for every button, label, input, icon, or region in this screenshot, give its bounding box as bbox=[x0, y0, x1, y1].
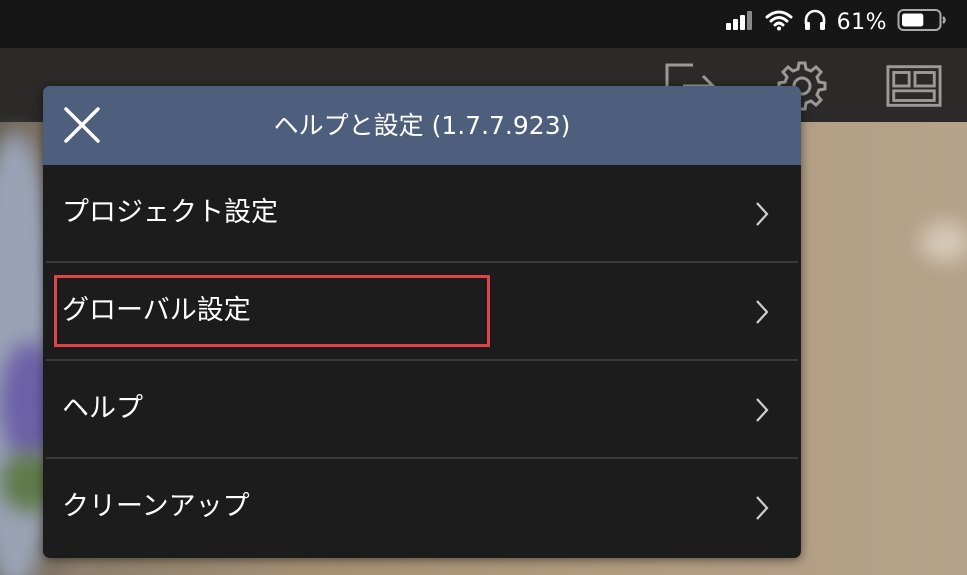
help-settings-popover: ヘルプと設定 (1.7.7.923) プロジェクト設定 グローバル設定 ヘルプ bbox=[43, 86, 801, 558]
menu-item-label: グローバル設定 bbox=[62, 295, 251, 326]
chevron-right-icon bbox=[756, 398, 769, 422]
chevron-right-icon bbox=[756, 300, 769, 324]
menu-item-label: プロジェクト設定 bbox=[62, 197, 278, 228]
chevron-right-icon bbox=[756, 496, 769, 520]
layout-icon[interactable] bbox=[886, 60, 942, 112]
settings-menu: プロジェクト設定 グローバル設定 ヘルプ クリーンアップ bbox=[46, 165, 798, 555]
popover-title: ヘルプと設定 (1.7.7.923) bbox=[273, 111, 571, 140]
menu-item-label: クリーンアップ bbox=[62, 491, 250, 522]
menu-item-cleanup[interactable]: クリーンアップ bbox=[46, 459, 798, 555]
menu-item-label: ヘルプ bbox=[62, 393, 143, 424]
headphones-icon bbox=[803, 9, 827, 35]
menu-item-help[interactable]: ヘルプ bbox=[46, 361, 798, 459]
status-indicators: 61% bbox=[725, 8, 947, 36]
popover-header: ヘルプと設定 (1.7.7.923) bbox=[43, 86, 801, 165]
cellular-signal-icon bbox=[725, 10, 755, 34]
app-screen: 61% ヘルプと設定 (1.7.7.923) プロジェクト設定 グローバル設定 … bbox=[0, 0, 967, 575]
status-bar: 61% bbox=[0, 0, 967, 48]
wifi-icon bbox=[765, 9, 793, 35]
battery-percentage: 61% bbox=[836, 9, 887, 35]
battery-icon bbox=[897, 8, 947, 36]
chevron-right-icon bbox=[756, 202, 769, 226]
menu-item-global-settings[interactable]: グローバル設定 bbox=[46, 263, 798, 361]
menu-item-project-settings[interactable]: プロジェクト設定 bbox=[46, 165, 798, 263]
